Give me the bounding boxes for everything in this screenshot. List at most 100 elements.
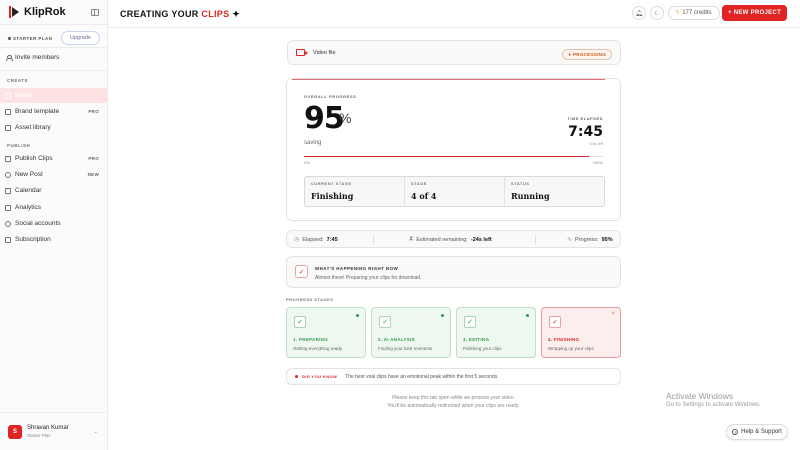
status-dot-icon <box>356 314 359 317</box>
brand[interactable]: KlipRok <box>9 6 66 18</box>
new-badge: NEW <box>87 172 99 177</box>
stats-bar: ◷ Elapsed: 7:45 ⧗ Estimated remaining: -… <box>286 230 621 248</box>
stage-desc: Wrapping up your clips <box>548 346 594 351</box>
stage-card-ai-analysis: ✓ 2. AI ANALYSIS Finding your best momen… <box>371 307 451 358</box>
sidebar-item-label: Analytics <box>15 204 42 211</box>
user-info: Shravan Kumar Starter Plan <box>27 425 69 438</box>
time-left: ~24s left <box>587 141 603 146</box>
divider <box>373 235 374 244</box>
cell-value: Finishing <box>311 191 354 201</box>
page-title: CREATING YOUR CLIPS ✦ <box>120 9 241 19</box>
sidebar-item-asset-library[interactable]: Asset library <box>0 120 108 135</box>
progress-bar <box>304 156 604 157</box>
stage-desc: Finding your best moments <box>378 346 433 351</box>
check-icon: ✓ <box>464 316 476 328</box>
elapsed-stat: ◷ Elapsed: 7:45 <box>294 236 338 244</box>
status-badge: ● PROCESSING <box>562 49 612 60</box>
moon-icon: ☾ <box>654 10 660 17</box>
stage-cell: STAGE 4 of 4 <box>405 177 505 206</box>
sidebar-item-subscription[interactable]: Subscription <box>0 232 108 247</box>
stage-card-preparing: ✓ 1. PREPARING Getting everything ready <box>286 307 366 358</box>
chevron-down-icon: ⌄ <box>93 429 98 435</box>
sidebar-item-label: Brand template <box>15 108 60 115</box>
notifications-button[interactable]: 🔔︎ <box>632 6 646 20</box>
pro-badge: PRO <box>88 156 99 161</box>
stage-name: 1. PREPARING <box>293 337 329 342</box>
whats-happening-card: ✓ WHAT'S HAPPENING RIGHT NOW Almost ther… <box>286 256 621 288</box>
sidebar-collapse-icon[interactable] <box>91 9 99 16</box>
help-icon: ? <box>732 429 739 435</box>
cell-label: CURRENT STAGE <box>311 181 352 186</box>
brand-name: KlipRok <box>24 6 66 18</box>
sidebar-item-home[interactable]: Home <box>0 88 108 103</box>
current-stage-cell: CURRENT STAGE Finishing <box>305 177 405 206</box>
divider <box>0 70 108 71</box>
video-file-card: Video file ● PROCESSING <box>287 40 621 65</box>
kliprok-logo-icon <box>9 6 19 18</box>
hourglass-icon: ⧗ <box>409 236 414 242</box>
plan-label: STARTER PLAN <box>8 36 52 41</box>
sidebar-item-publish-clips[interactable]: Publish Clips PRO <box>0 151 108 166</box>
new-project-button[interactable]: + NEW PROJECT <box>722 5 787 21</box>
section-label-create: CREATE <box>7 78 29 83</box>
watermark-subtitle: Go to Settings to activate Windows. <box>666 402 761 408</box>
cell-value: Running <box>511 191 550 201</box>
theme-toggle-button[interactable]: ☾ <box>650 6 664 20</box>
overall-progress-label: OVERALL PROGRESS <box>304 94 357 99</box>
sidebar-item-label: Asset library <box>15 124 51 131</box>
check-icon: ✓ <box>295 265 308 278</box>
stage-card-finishing: ✓ × 4. FINISHING Wrapping up your clips <box>541 307 621 358</box>
sidebar-item-label: Publish Clips <box>15 155 53 162</box>
top-header: CREATING YOUR CLIPS ✦ 🔔︎ ☾ ϟ 177 credits… <box>108 0 800 28</box>
sidebar-item-calendar[interactable]: Calendar <box>0 183 108 198</box>
progress-percent: 95 <box>304 101 345 136</box>
sidebar-item-label: Home <box>15 92 33 99</box>
divider <box>535 235 536 244</box>
credits-badge[interactable]: ϟ 177 credits <box>668 6 720 20</box>
sidebar-item-analytics[interactable]: Analytics <box>0 200 108 215</box>
check-icon: ✓ <box>549 316 561 328</box>
cell-value: 4 of 4 <box>411 191 437 201</box>
happening-title: WHAT'S HAPPENING RIGHT NOW <box>315 266 399 271</box>
divider <box>0 47 108 48</box>
status-dot-icon <box>441 314 444 317</box>
activity-icon: ∿ <box>567 237 573 243</box>
analytics-icon <box>5 204 11 211</box>
stage-name: 2. AI ANALYSIS <box>378 337 415 342</box>
status-dot-icon <box>526 314 529 317</box>
upgrade-button[interactable]: Upgrade <box>60 31 100 45</box>
pro-badge: PRO <box>88 109 99 114</box>
sidebar-item-social-accounts[interactable]: Social accounts <box>0 216 108 231</box>
lightning-icon: ϟ <box>676 10 680 16</box>
video-icon <box>296 49 308 56</box>
plan-dot-icon <box>8 36 11 40</box>
help-support-button[interactable]: ? Help & Support <box>726 424 788 440</box>
tip-dot-icon <box>295 375 298 378</box>
close-icon: × <box>611 311 615 317</box>
stage-desc: Getting everything ready <box>293 346 343 351</box>
person-icon <box>6 55 13 61</box>
share-icon <box>5 155 11 162</box>
sidebar-item-brand-template[interactable]: Brand template PRO <box>0 104 108 119</box>
stage-desc: Polishing your clips <box>463 346 502 351</box>
invite-members-button[interactable]: Invite members <box>6 54 59 61</box>
progress-card: OVERALL PROGRESS 95 % saving TIME ELAPSE… <box>286 78 621 221</box>
clock-icon: ◷ <box>294 237 300 243</box>
progress-stages-label: PROGRESS STAGES <box>286 297 334 302</box>
footnote-line-1: Please keep this tab open while we proce… <box>392 395 515 401</box>
progress-bar-fill <box>304 156 589 157</box>
percent-sign: % <box>339 110 352 126</box>
progress-top-accent <box>292 79 605 80</box>
check-icon: ✓ <box>379 316 391 328</box>
invite-label: Invite members <box>15 54 60 61</box>
card-icon <box>5 236 11 243</box>
progress-bar-max: 100% <box>592 160 603 165</box>
sidebar-item-label: Subscription <box>15 236 51 243</box>
tip-label: DID YOU KNOW <box>302 374 338 379</box>
user-card[interactable]: S Shravan Kumar Starter Plan ⌄ <box>0 412 108 450</box>
stage-name: 4. FINISHING <box>548 337 580 342</box>
sidebar-item-new-post[interactable]: New Post NEW <box>0 167 108 182</box>
remaining-stat: ⧗ Estimated remaining: -24s left <box>409 236 492 243</box>
cell-label: STAGE <box>411 181 427 186</box>
plus-circle-icon <box>5 171 11 178</box>
